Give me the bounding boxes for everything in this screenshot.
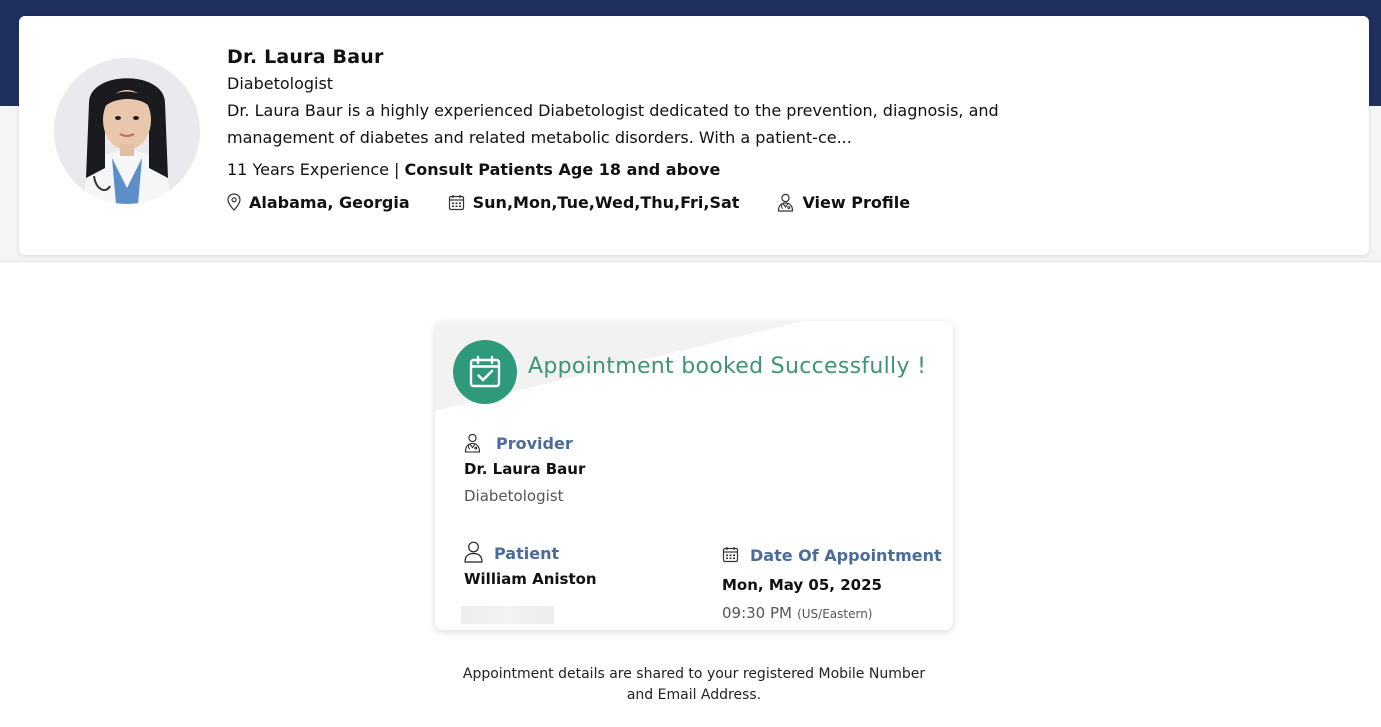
provider-name: Dr. Laura Baur	[464, 460, 586, 478]
footer-note-line-1: Appointment details are shared to your r…	[462, 666, 926, 682]
calendar-icon	[722, 547, 739, 563]
date-label: Date Of Appointment	[750, 546, 942, 565]
doctor-consult-age: Consult Patients Age 18 and above	[404, 160, 721, 179]
doctor-meta: Alabama, Georgia Sun,Mon,Tue,Wed,Thu,Fri…	[227, 190, 1227, 214]
success-title: Appointment booked Successfully !	[528, 354, 927, 379]
patient-name: William Aniston	[464, 570, 597, 588]
appointment-time-row: 09:30 PM (US/Eastern)	[722, 603, 942, 622]
redacted-patient-detail	[461, 606, 554, 624]
doctor-bio: Dr. Laura Baur is a highly experienced D…	[227, 101, 999, 147]
provider-specialty: Diabetologist	[464, 487, 564, 505]
footer-note-line-2: and Email Address.	[626, 687, 762, 703]
booking-success-badge	[453, 340, 517, 404]
doctor-icon	[464, 433, 481, 453]
patient-label: Patient	[494, 544, 560, 563]
view-profile-label[interactable]: View Profile	[802, 193, 910, 212]
footer-note: Appointment details are shared to your r…	[390, 664, 998, 706]
doctor-card: Dr. Laura Baur Diabetologist Dr. Laura B…	[19, 16, 1369, 255]
doctor-availability: Sun,Mon,Tue,Wed,Thu,Fri,Sat	[448, 192, 740, 212]
appointment-date: Mon, May 05, 2025	[722, 576, 882, 594]
location-pin-icon	[227, 193, 241, 211]
doctor-avatar	[54, 58, 200, 204]
calendar-check-icon	[469, 355, 501, 388]
user-icon	[464, 541, 483, 563]
view-profile-link[interactable]: View Profile	[777, 193, 910, 212]
doctor-photo	[54, 58, 200, 204]
doctor-location: Alabama, Georgia	[227, 193, 410, 212]
provider-section: Provider Dr. Laura Baur Diabetologist	[464, 433, 585, 505]
doctor-specialty: Diabetologist	[227, 74, 334, 93]
provider-label: Provider	[496, 434, 573, 453]
doctor-name: Dr. Laura Baur	[227, 46, 384, 68]
appointment-date-section: Date Of Appointment Mon, May 05, 2025 09…	[722, 546, 942, 622]
doctor-experience-line: 11 Years Experience | Consult Patients A…	[227, 158, 1227, 182]
doctor-experience: 11 Years Experience |	[227, 160, 400, 179]
patient-section: Patient William Aniston	[464, 541, 597, 588]
appointment-timezone: (US/Eastern)	[797, 607, 873, 621]
availability-days: Sun,Mon,Tue,Wed,Thu,Fri,Sat	[472, 192, 740, 212]
appointment-time: 09:30 PM	[722, 604, 792, 622]
location-text: Alabama, Georgia	[249, 192, 410, 212]
booking-confirmation-card: Appointment booked Successfully ! Provid…	[435, 321, 953, 630]
doctor-icon	[778, 193, 794, 212]
calendar-icon	[448, 194, 464, 210]
